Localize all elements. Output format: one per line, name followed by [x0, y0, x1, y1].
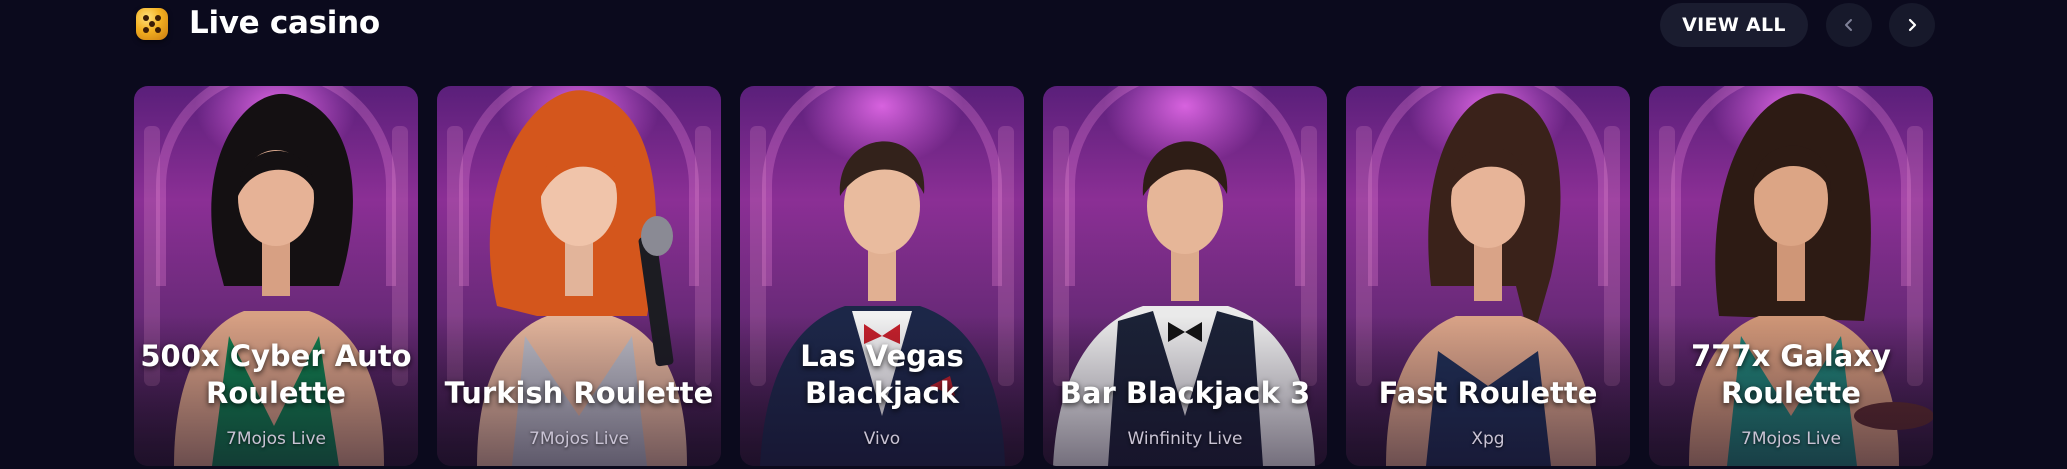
game-provider: Xpg [1471, 429, 1505, 449]
game-card[interactable]: 777x Galaxy Roulette 7Mojos Live [1649, 86, 1933, 466]
game-title: 777x Galaxy Roulette [1691, 339, 1891, 410]
game-card[interactable]: Turkish Roulette 7Mojos Live [437, 86, 721, 466]
view-all-button[interactable]: VIEW ALL [1660, 3, 1808, 47]
game-title: Las Vegas Blackjack [800, 339, 964, 410]
previous-button[interactable] [1826, 3, 1872, 47]
game-card[interactable]: Fast Roulette Xpg [1346, 86, 1630, 466]
dice-icon [136, 8, 168, 40]
chevron-right-icon [1908, 18, 1917, 32]
game-card[interactable]: Las Vegas Blackjack Vivo [740, 86, 1024, 466]
game-title: Fast Roulette [1378, 376, 1598, 410]
game-title: Turkish Roulette [444, 376, 714, 410]
game-title: Bar Blackjack 3 [1059, 376, 1311, 410]
game-provider: 7Mojos Live [1741, 429, 1841, 449]
game-provider: Vivo [863, 429, 901, 449]
game-provider: 7Mojos Live [529, 429, 629, 449]
section-title: Live casino [189, 5, 380, 41]
next-button[interactable] [1889, 3, 1935, 47]
chevron-left-icon [1845, 19, 1852, 31]
game-card[interactable]: 500x Cyber Auto Roulette 7Mojos Live [134, 86, 418, 466]
game-title: 500x Cyber Auto Roulette [140, 339, 412, 410]
game-provider: 7Mojos Live [226, 429, 326, 449]
game-provider: Winfinity Live [1127, 429, 1243, 449]
game-card[interactable]: Bar Blackjack 3 Winfinity Live [1043, 86, 1327, 466]
section-header: Live casino VIEW ALL [0, 0, 2067, 52]
